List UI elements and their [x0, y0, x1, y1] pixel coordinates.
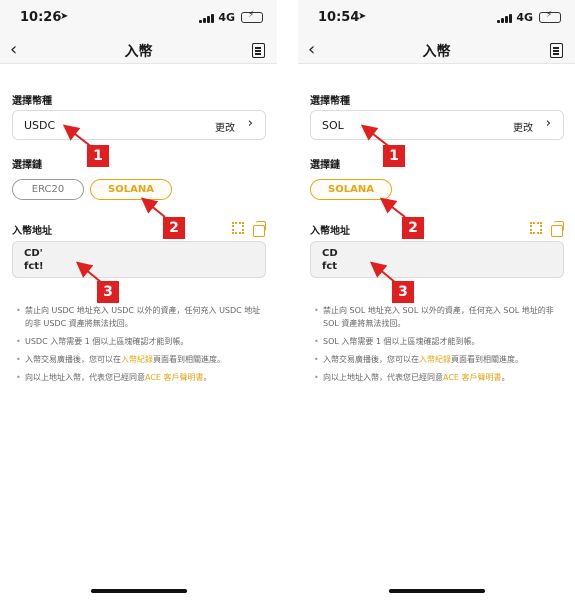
address-label: 入幣地址 — [310, 226, 350, 237]
deposit-history-link[interactable]: 入幣紀錄 — [121, 355, 153, 364]
phone-screen-usdc: 10:26 ➤ 4G ⚡ ‹ 入幣 選擇幣種 USDC 更改 › 選擇鏈 ERC… — [0, 0, 277, 600]
note-item: 向以上地址入幣，代表您已經同意ACE 客戶聲明書。 — [16, 371, 266, 384]
document-icon[interactable] — [252, 43, 265, 58]
annotation-badge-3: 3 — [392, 281, 414, 303]
note-text: 向以上地址入幣，代表您已經同意 — [25, 373, 145, 382]
screenshot-pair: 10:26 ➤ 4G ⚡ ‹ 入幣 選擇幣種 USDC 更改 › 選擇鏈 ERC… — [0, 0, 575, 600]
address-display[interactable]: CD fct — [310, 241, 564, 278]
qr-code-icon[interactable] — [232, 222, 244, 234]
location-arrow-icon: ➤ — [60, 11, 69, 22]
page-title: 入幣 — [422, 44, 451, 60]
note-text: 。 — [501, 373, 510, 382]
note-text: 頁面看到相關進度。 — [153, 355, 225, 364]
annotation-badge-2: 2 — [402, 217, 424, 239]
status-bar: 10:54 ➤ 4G ⚡ — [298, 0, 575, 38]
signal-icon — [497, 13, 513, 23]
status-time: 10:26 — [20, 10, 62, 25]
coin-label: 選擇幣種 — [12, 96, 52, 107]
battery-icon: ⚡ — [241, 10, 263, 23]
nav-bar: ‹ 入幣 — [0, 38, 277, 64]
signal-icon — [199, 13, 215, 23]
address-line-2: fct! — [24, 261, 44, 272]
address-line-2: fct — [322, 261, 338, 272]
chain-chip-solana[interactable]: SOLANA — [310, 179, 392, 200]
note-item: SOL 入幣需要 1 個以上區塊確認才能到帳。 — [314, 335, 564, 348]
note-item: 入幣交易廣播後，您可以在入幣紀錄頁面看到相關進度。 — [16, 353, 266, 366]
note-text: 。 — [203, 373, 212, 382]
battery-icon: ⚡ — [539, 10, 561, 23]
home-indicator — [389, 589, 485, 593]
network-label: 4G — [516, 11, 533, 24]
note-text: 入幣交易廣播後，您可以在 — [323, 355, 419, 364]
chain-chip-erc20[interactable]: ERC20 — [12, 179, 84, 200]
coin-label: 選擇幣種 — [310, 96, 350, 107]
customer-statement-link[interactable]: ACE 客戶聲明書 — [145, 373, 204, 382]
annotation-badge-2: 2 — [163, 217, 185, 239]
annotation-badge-1: 1 — [383, 145, 405, 167]
note-text: 頁面看到相關進度。 — [451, 355, 523, 364]
qr-code-icon[interactable] — [530, 222, 542, 234]
copy-icon[interactable] — [551, 221, 564, 237]
coin-value: USDC — [24, 119, 56, 132]
note-text: 入幣交易廣播後，您可以在 — [25, 355, 121, 364]
coin-selector[interactable]: USDC 更改 › — [12, 110, 266, 140]
chevron-right-icon: › — [545, 116, 551, 131]
network-label: 4G — [218, 11, 235, 24]
copy-icon[interactable] — [253, 221, 266, 237]
chain-chip-solana[interactable]: SOLANA — [90, 179, 172, 200]
location-arrow-icon: ➤ — [358, 11, 367, 22]
address-label: 入幣地址 — [12, 226, 52, 237]
address-display[interactable]: CD' fct! — [12, 241, 266, 278]
note-text: 向以上地址入幣，代表您已經同意 — [323, 373, 443, 382]
phone-screen-sol: 10:54 ➤ 4G ⚡ ‹ 入幣 選擇幣種 SOL 更改 › 選擇鏈 SOLA… — [298, 0, 575, 600]
change-link[interactable]: 更改 — [513, 119, 533, 134]
home-indicator — [91, 589, 187, 593]
address-line-1: CD — [322, 248, 338, 259]
address-line-1: CD' — [24, 248, 43, 259]
deposit-history-link[interactable]: 入幣紀錄 — [419, 355, 451, 364]
notes-list: 禁止向 USDC 地址充入 USDC 以外的資產，任何充入 USDC 地址的非 … — [16, 304, 266, 389]
note-item: 禁止向 SOL 地址充入 SOL 以外的資產，任何充入 SOL 地址的非 SOL… — [314, 304, 564, 330]
nav-bar: ‹ 入幣 — [298, 38, 575, 64]
annotation-badge-1: 1 — [87, 145, 109, 167]
coin-value: SOL — [322, 119, 344, 132]
note-item: USDC 入幣需要 1 個以上區塊確認才能到帳。 — [16, 335, 266, 348]
page-title: 入幣 — [124, 44, 153, 60]
customer-statement-link[interactable]: ACE 客戶聲明書 — [443, 373, 502, 382]
chevron-right-icon: › — [247, 116, 253, 131]
status-time: 10:54 — [318, 10, 360, 25]
note-item: 向以上地址入幣，代表您已經同意ACE 客戶聲明書。 — [314, 371, 564, 384]
annotation-badge-3: 3 — [97, 281, 119, 303]
notes-list: 禁止向 SOL 地址充入 SOL 以外的資產，任何充入 SOL 地址的非 SOL… — [314, 304, 564, 389]
chain-label: 選擇鏈 — [310, 160, 340, 171]
note-item: 禁止向 USDC 地址充入 USDC 以外的資產，任何充入 USDC 地址的非 … — [16, 304, 266, 330]
document-icon[interactable] — [550, 43, 563, 58]
note-item: 入幣交易廣播後，您可以在入幣紀錄頁面看到相關進度。 — [314, 353, 564, 366]
chain-label: 選擇鏈 — [12, 160, 42, 171]
change-link[interactable]: 更改 — [215, 119, 235, 134]
coin-selector[interactable]: SOL 更改 › — [310, 110, 564, 140]
status-bar: 10:26 ➤ 4G ⚡ — [0, 0, 277, 38]
